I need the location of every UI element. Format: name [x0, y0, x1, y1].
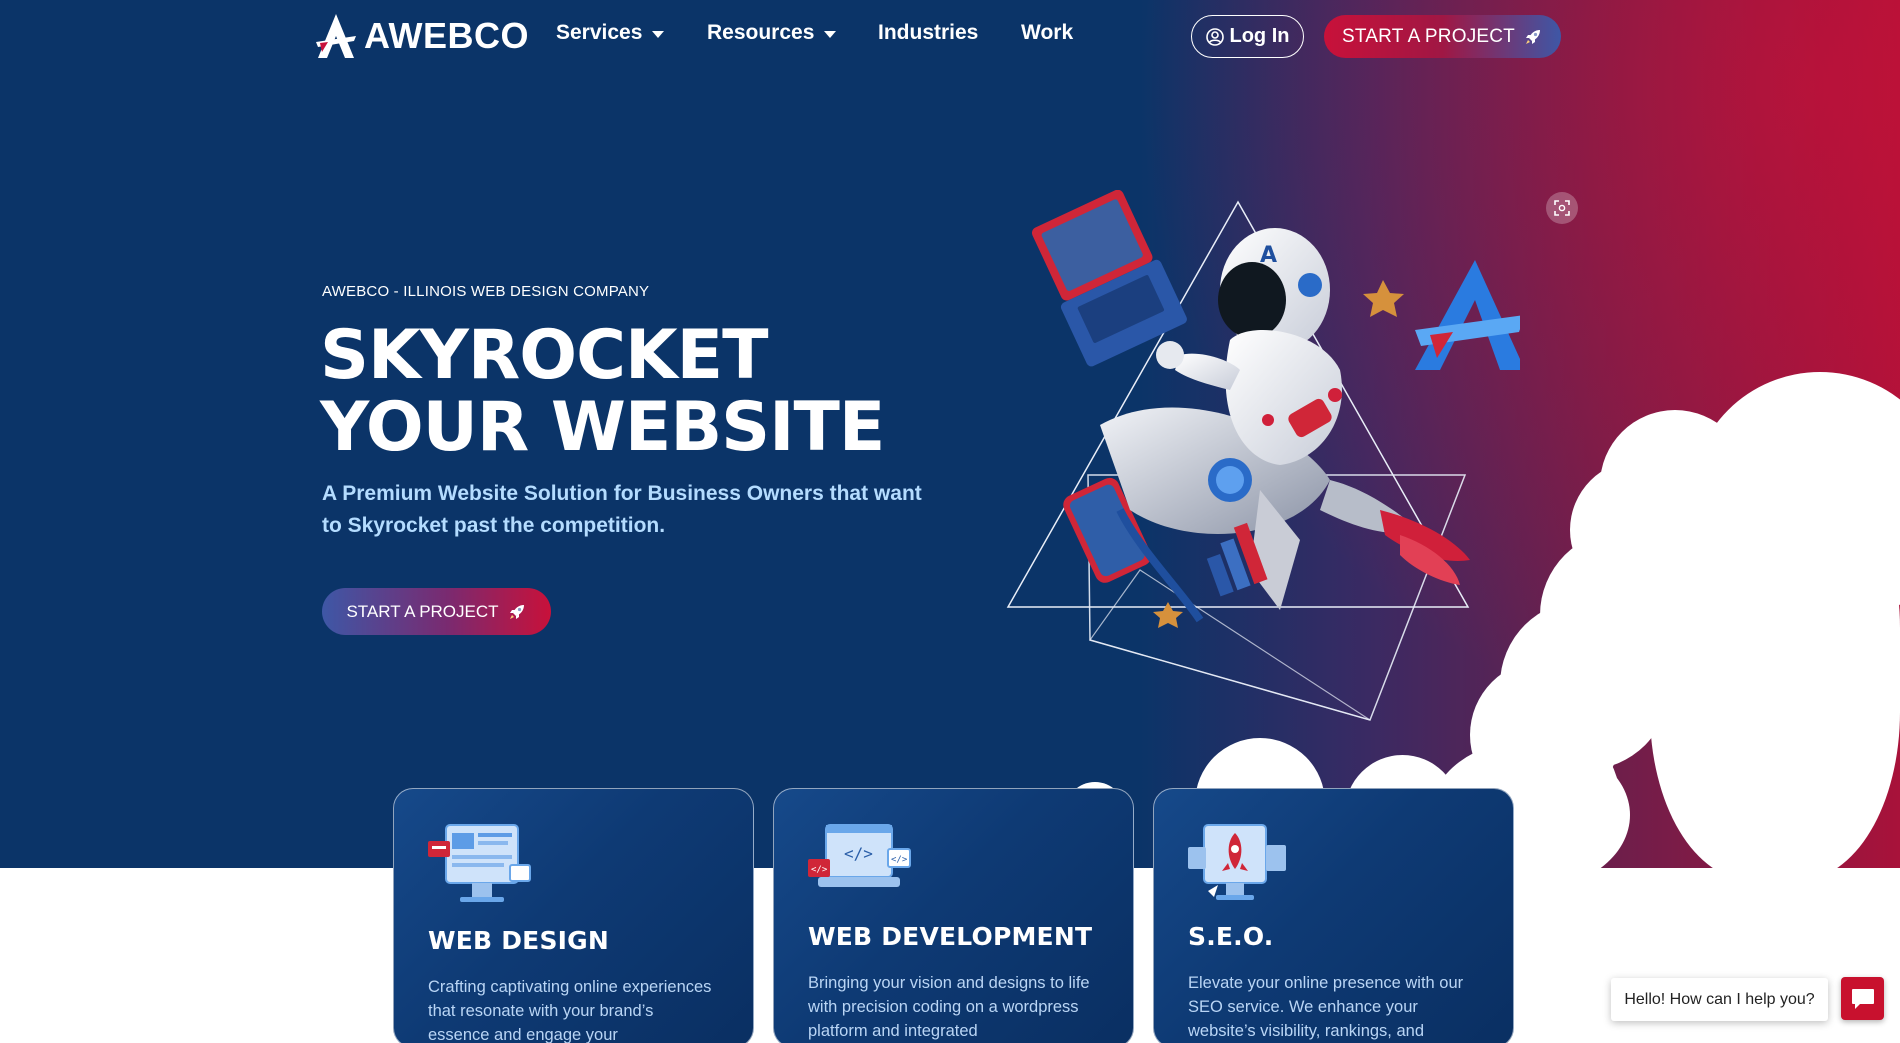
chat-icon [1851, 988, 1874, 1009]
caret-down-icon [652, 30, 665, 38]
screenshot-icon[interactable] [1546, 192, 1578, 224]
chat-button[interactable] [1841, 977, 1884, 1020]
awebco-logo-icon [316, 14, 356, 58]
nav-item-label: Resources [707, 21, 815, 44]
hero-headline: SKYROCKET YOUR WEBSITE [320, 320, 960, 464]
nav-item-work[interactable]: Work [1021, 21, 1073, 45]
hero-subline: A Premium Website Solution for Business … [322, 482, 922, 537]
card-text: Elevate your online presence with our SE… [1188, 974, 1464, 1040]
cta-label: START A PROJECT [1342, 25, 1515, 47]
hero-eyebrow: AWEBCO - ILLINOIS WEB DESIGN COMPANY [322, 283, 650, 300]
service-card-web-development[interactable]: </> </> </> WEB DEVELOPMENT Bringing you… [773, 788, 1134, 1043]
service-card-web-design[interactable]: WEB DESIGN Crafting captivating online e… [393, 788, 754, 1043]
screenshot-glyph-icon [1554, 200, 1570, 216]
card-text: Bringing your vision and designs to life… [808, 974, 1090, 1040]
card-title: S.E.O. [1188, 922, 1274, 951]
nav-item-label: Work [1021, 21, 1074, 44]
nav-item-industries[interactable]: Industries [878, 21, 978, 45]
caret-down-icon [824, 30, 837, 38]
brand-logo[interactable]: AWEBCO [314, 12, 529, 60]
cta-label: START A PROJECT [346, 601, 499, 621]
headline-line-1: SKYROCKET [320, 316, 769, 395]
start-project-button-nav[interactable]: START A PROJECT [1324, 15, 1561, 58]
svg-text:</>: </> [891, 855, 908, 865]
web-design-icon [428, 824, 531, 902]
brand-name: AWEBCO [364, 15, 529, 56]
service-card-seo[interactable]: S.E.O. Elevate your online presence with… [1153, 788, 1514, 1043]
card-title: WEB DEVELOPMENT [808, 922, 1093, 951]
chat-greeting[interactable]: Hello! How can I help you? [1611, 978, 1828, 1021]
user-icon [1205, 27, 1224, 46]
svg-text:</>: </> [844, 844, 873, 863]
seo-icon [1188, 824, 1286, 900]
svg-text:A: A [1260, 243, 1277, 268]
rocket-icon [1526, 29, 1540, 44]
headline-line-2: YOUR WEBSITE [320, 388, 885, 467]
nav-item-label: Services [556, 21, 643, 44]
nav-item-resources[interactable]: Resources [707, 21, 837, 45]
start-project-button-hero[interactable]: START A PROJECT [322, 588, 551, 635]
svg-text:</>: </> [811, 865, 828, 875]
nav-item-label: Industries [878, 21, 979, 44]
top-navigation: AWEBCO Services Resources Industries Wor… [0, 0, 1900, 72]
card-title: WEB DESIGN [428, 926, 609, 955]
card-text: Crafting captivating online experiences … [428, 978, 712, 1043]
web-development-icon: </> </> </> [808, 824, 911, 887]
astronaut-rocket-illustration: A [1006, 190, 1520, 721]
login-button[interactable]: Log In [1191, 15, 1304, 58]
rocket-icon [509, 604, 524, 619]
login-label: Log In [1229, 25, 1290, 47]
nav-item-services[interactable]: Services [556, 21, 665, 45]
